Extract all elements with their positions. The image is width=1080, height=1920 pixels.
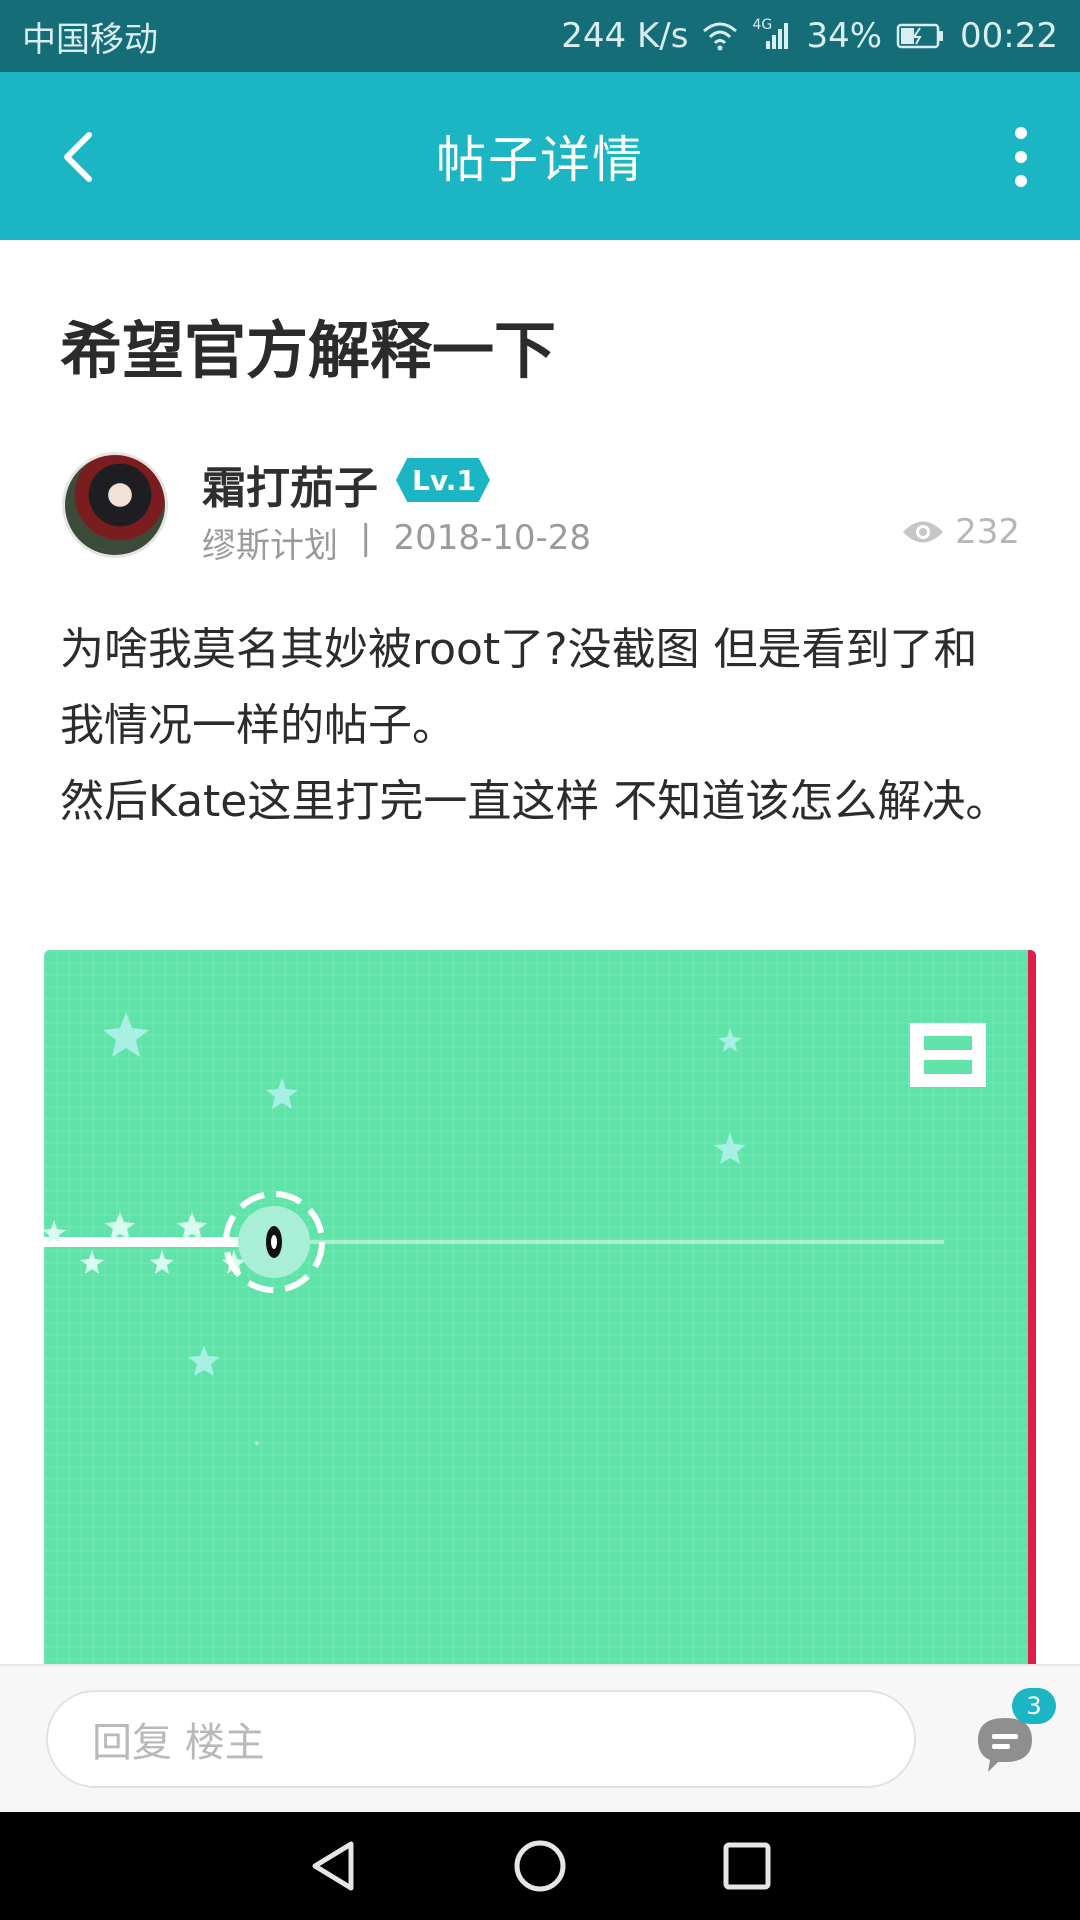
battery-percent: 34%: [806, 16, 883, 56]
avatar[interactable]: [62, 452, 168, 558]
game-scene-illustration: [44, 1012, 986, 1445]
source-label[interactable]: 缪斯计划: [202, 518, 338, 567]
carrier-label: 中国移动: [22, 19, 158, 60]
nav-home-icon[interactable]: [510, 1836, 570, 1896]
wifi-icon: [702, 21, 738, 51]
system-nav-bar: [0, 1812, 1080, 1920]
status-bar: 中国移动 244 K/s 4G 34% 00:22: [0, 0, 1080, 72]
nav-recents-icon[interactable]: [717, 1836, 777, 1896]
post-body: 为啥我莫名其妙被root了?没截图 但是看到了和我情况一样的帖子。 然后Kate…: [60, 612, 1020, 840]
view-count: 232: [901, 512, 1020, 552]
post-meta: 缪斯计划 | 2018-10-28: [202, 518, 591, 567]
status-icons: 244 K/s 4G 34% 00:22: [561, 16, 1058, 56]
app-bar: 帖子详情: [0, 72, 1080, 240]
network-type-label: 4G: [752, 17, 773, 33]
comments-button[interactable]: 3: [966, 1688, 1056, 1786]
eye-icon: [903, 521, 944, 543]
views-value: 232: [955, 512, 1020, 552]
more-vertical-icon: [1015, 127, 1027, 139]
post-title: 希望官方解释一下: [60, 314, 557, 387]
image-red-edge: [1028, 950, 1036, 1666]
comment-count-badge: 3: [1012, 1688, 1056, 1724]
level-badge: Lv.1: [396, 458, 490, 502]
body-line-1: 为啥我莫名其妙被root了?没截图 但是看到了和我情况一样的帖子。: [60, 624, 978, 751]
page-title: 帖子详情: [436, 131, 644, 189]
nav-back-icon[interactable]: [303, 1836, 363, 1896]
author-name[interactable]: 霜打茄子: [202, 452, 378, 516]
meta-separator: |: [360, 518, 372, 558]
body-line-2: 然后Kate这里打完一直这样 不知道该怎么解决。: [60, 776, 1010, 827]
post-date: 2018-10-28: [393, 518, 592, 558]
battery-charging-icon: [896, 22, 946, 50]
clock: 00:22: [960, 16, 1058, 56]
signal-icon: 4G: [752, 17, 792, 51]
post-image[interactable]: [44, 950, 1036, 1666]
net-speed: 244 K/s: [561, 16, 689, 56]
reply-input[interactable]: 回复 楼主: [46, 1690, 916, 1788]
reply-bar: 回复 楼主 3: [0, 1664, 1080, 1812]
more-button[interactable]: [1006, 127, 1036, 187]
